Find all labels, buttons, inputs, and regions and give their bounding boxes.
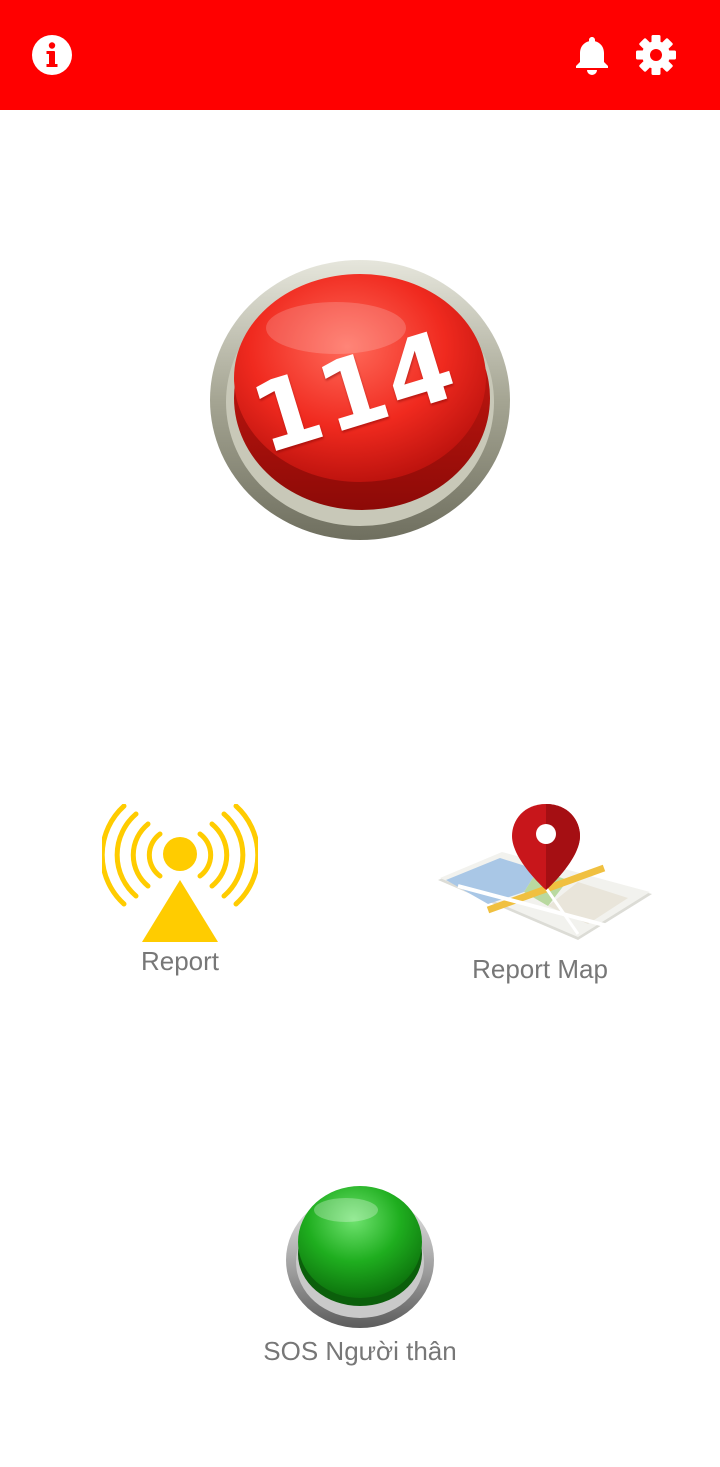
bell-icon (576, 37, 608, 75)
report-button[interactable]: Report (98, 800, 262, 982)
info-icon (32, 35, 72, 75)
report-map-button[interactable]: Report Map (420, 800, 660, 990)
report-label: Report (140, 946, 220, 976)
top-app-bar (0, 0, 720, 110)
signal-tower-icon (102, 804, 258, 942)
gear-icon (636, 35, 676, 75)
map-pin-icon (438, 804, 652, 940)
green-push-button-icon (286, 1186, 434, 1328)
sos-label: SOS Người thân (263, 1336, 457, 1366)
sos-relatives-button[interactable]: SOS Người thân (240, 1178, 480, 1374)
report-map-label: Report Map (472, 954, 608, 984)
settings-button[interactable] (632, 31, 680, 79)
notifications-button[interactable] (568, 31, 616, 79)
emergency-114-button[interactable]: 114 (206, 252, 514, 542)
info-button[interactable] (28, 31, 76, 79)
